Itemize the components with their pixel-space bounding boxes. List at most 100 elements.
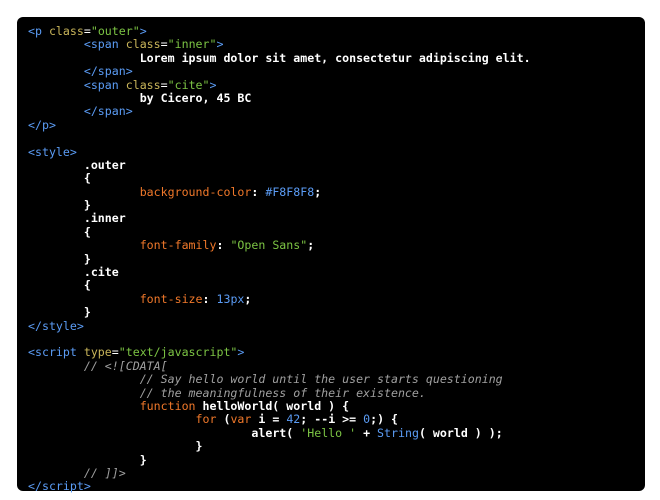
code-line: </span> [28,105,645,118]
css-property: background-color [139,184,252,199]
code-text: by Cicero, 45 BC [139,90,252,105]
code-text: ; [314,184,322,199]
code-line: <p class="outer"> [28,24,645,38]
code-line: <script type="text/javascript"> [28,346,645,359]
number-literal: 42 [286,412,301,427]
code-listing: <p class="outer"> <span class="inner"> L… [28,24,645,494]
css-property: font-size [139,291,203,306]
code-text: ; [244,291,252,306]
code-line: alert( 'Hello ' + String( world ) ); [28,425,645,440]
code-line: </style> [28,319,645,333]
html-tag: </span> [83,64,133,79]
html-tag: <style> [28,144,77,159]
attribute-name: class [125,37,161,52]
code-text: + [356,425,378,440]
code-text: : [202,291,217,306]
code-text: .cite [83,265,119,280]
code-text: ( [216,412,231,427]
code-text: : [251,184,266,199]
code-text: } [195,439,203,454]
comment: // <![CDATA[ [83,358,168,373]
html-tag: <span [83,77,126,92]
code-block: <p class="outer"> <span class="inner"> L… [17,17,645,494]
type-name: String [377,425,419,440]
code-line: <span class="cite"> [28,77,645,92]
code-line: } [28,198,645,213]
code-line: // Say hello world until the user starts… [28,372,645,387]
html-tag: </p> [28,117,56,132]
code-text: } [83,198,91,213]
html-tag: > [209,77,217,92]
attribute-name: class [125,77,161,92]
attribute-name: type [83,345,112,360]
code-text: { [83,278,91,293]
code-line: { [28,172,645,185]
string-literal: 'Hello ' [300,425,357,440]
code-line: </p> [28,117,645,132]
code-text: : [216,238,231,253]
comment: // the meaningfulness of their existence… [139,385,426,400]
code-line: } [28,306,645,319]
keyword: for [195,412,217,427]
code-text: helloWorld( world ) { [195,398,350,413]
html-tag: > [216,37,224,52]
string-literal: "cite" [167,77,210,92]
html-tag: <p [28,24,49,38]
whitespace: = [160,77,168,92]
code-text: i = [251,412,287,427]
html-tag: > [237,345,245,360]
code-text: } [83,251,91,266]
code-line: </span> [28,64,645,79]
code-text: ( world ) ); [418,425,503,440]
html-tag: </span> [83,104,133,119]
number-literal: 13px [216,291,245,306]
code-line: // the meaningfulness of their existence… [28,385,645,400]
string-literal: "outer" [90,24,140,38]
code-line: { [28,225,645,239]
html-tag: <span [83,37,126,52]
code-line: <span class="inner"> [28,38,645,51]
code-line: // <![CDATA[ [28,358,645,373]
code-text: { [83,171,91,186]
keyword: var [230,412,252,427]
string-literal: "Open Sans" [230,238,308,253]
whitespace: = [111,345,119,360]
code-line: </script> [28,480,645,493]
code-line: font-size: 13px; [28,291,645,306]
code-text: ; [307,238,315,253]
code-line: by Cicero, 45 BC [28,90,645,105]
code-text: } [139,452,147,467]
comment: // Say hello world until the user starts… [139,372,503,387]
html-tag: </script> [28,479,91,494]
html-tag: > [139,24,147,38]
string-literal: "inner" [167,37,217,52]
code-line: { [28,279,645,292]
number-literal: #F8F8F8 [265,184,315,199]
code-line: font-family: "Open Sans"; [28,239,645,252]
whitespace: = [160,37,168,52]
code-line: <style> [28,144,645,159]
code-line: } [28,251,645,266]
code-line: .cite [28,265,645,280]
html-tag: <script [28,345,84,360]
css-property: font-family [139,238,217,253]
